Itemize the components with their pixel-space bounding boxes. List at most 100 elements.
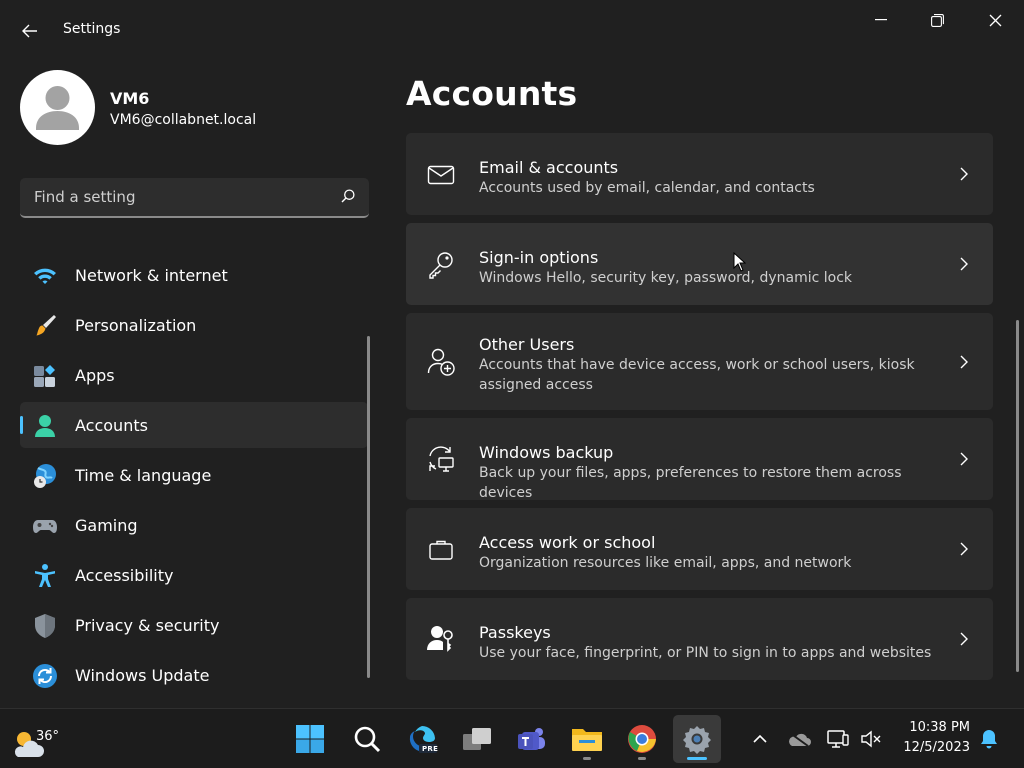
briefcase-icon — [429, 540, 453, 560]
teams-button[interactable] — [508, 715, 556, 763]
globe-clock-icon — [34, 464, 56, 488]
sidebar-item-privacy-security[interactable]: Privacy & security — [20, 602, 368, 648]
person-icon — [35, 415, 55, 437]
taskbar: 36° PRE 10:38 PM 12/5/2023 — [0, 708, 1024, 768]
network-icon — [827, 730, 849, 748]
restore-icon — [930, 13, 944, 27]
weather-widget[interactable]: 36° — [8, 719, 60, 761]
card-subtitle: Use your face, fingerprint, or PIN to si… — [479, 645, 932, 661]
card-sign-in-options[interactable]: Sign-in options Windows Hello, security … — [406, 223, 993, 305]
file-explorer-button[interactable] — [563, 715, 611, 763]
passkey-icon — [427, 626, 453, 652]
chrome-icon — [628, 725, 656, 753]
card-other-users[interactable]: Other Users Accounts that have device ac… — [406, 313, 993, 410]
card-passkeys[interactable]: Passkeys Use your face, fingerprint, or … — [406, 598, 993, 680]
sidebar-item-network[interactable]: Network & internet — [20, 252, 368, 298]
close-icon — [989, 14, 1001, 26]
sidebar-item-personalization[interactable]: Personalization — [20, 302, 368, 348]
file-explorer-icon — [572, 729, 602, 751]
app-title: Settings — [63, 21, 121, 37]
chrome-button[interactable] — [618, 715, 666, 763]
card-title: Other Users — [479, 335, 575, 354]
sidebar-item-label: Time & language — [75, 466, 212, 485]
card-title: Windows backup — [479, 443, 614, 462]
preview-badge: PRE — [422, 745, 439, 753]
back-button[interactable] — [14, 18, 46, 44]
apps-icon — [34, 365, 55, 387]
avatar[interactable] — [20, 70, 95, 145]
person-add-icon — [427, 348, 455, 376]
search-icon[interactable] — [341, 189, 355, 203]
chevron-right-icon — [960, 542, 968, 556]
sidebar-item-label: Accounts — [75, 416, 148, 435]
card-email-accounts[interactable]: Email & accounts Accounts used by email,… — [406, 133, 993, 215]
chevron-right-icon — [960, 452, 968, 466]
chevron-right-icon — [960, 257, 968, 271]
sidebar-item-label: Personalization — [75, 316, 197, 335]
search-icon — [354, 726, 381, 753]
card-subtitle: Back up your files, apps, preferences to… — [479, 465, 902, 501]
user-name: VM6 — [110, 89, 150, 108]
chevron-right-icon — [960, 167, 968, 181]
show-hidden-icons-button[interactable] — [748, 727, 772, 751]
accessibility-icon — [35, 564, 55, 587]
start-button[interactable] — [286, 715, 334, 763]
user-profile[interactable]: VM6 VM6@collabnet.local — [20, 70, 380, 146]
gamepad-icon — [33, 520, 57, 533]
sidebar-item-label: Windows Update — [75, 666, 210, 685]
title-bar: Settings — [0, 0, 1024, 60]
search-input[interactable] — [20, 178, 330, 216]
task-view-button[interactable] — [453, 715, 501, 763]
task-view-icon — [463, 728, 491, 750]
card-windows-backup[interactable]: Windows backup Back up your files, apps,… — [406, 418, 993, 501]
sidebar-nav: Network & internet Personalization Apps … — [20, 252, 368, 702]
card-subtitle: Accounts that have device access, work o… — [479, 357, 915, 393]
sidebar-item-label: Network & internet — [75, 266, 228, 285]
sidebar-item-time-language[interactable]: Time & language — [20, 452, 368, 498]
user-email: VM6@collabnet.local — [110, 112, 257, 128]
chevron-up-icon — [753, 734, 767, 743]
chevron-right-icon — [960, 632, 968, 646]
clock-date[interactable]: 12/5/2023 — [880, 740, 970, 755]
clock-time[interactable]: 10:38 PM — [880, 720, 970, 735]
wifi-icon — [34, 268, 56, 284]
close-button[interactable] — [975, 6, 1015, 34]
sidebar-item-gaming[interactable]: Gaming — [20, 502, 368, 548]
avatar-person-icon — [36, 86, 79, 130]
volume-muted-icon — [861, 730, 881, 748]
notifications-button[interactable] — [977, 727, 1001, 751]
sidebar-item-apps[interactable]: Apps — [20, 352, 368, 398]
page-title: Accounts — [406, 74, 578, 113]
sidebar-scrollbar[interactable] — [367, 336, 370, 678]
weather-temperature: 36° — [36, 729, 60, 744]
sidebar-item-windows-update[interactable]: Windows Update — [20, 652, 368, 698]
start-icon — [296, 725, 324, 753]
onedrive-tray[interactable] — [787, 727, 811, 751]
mouse-cursor-icon — [733, 252, 746, 272]
onedrive-icon — [789, 732, 811, 747]
sidebar-item-accounts[interactable]: Accounts — [20, 402, 368, 448]
restore-button[interactable] — [917, 6, 957, 34]
paintbrush-icon — [36, 315, 56, 336]
mail-icon — [427, 165, 455, 185]
backup-icon — [429, 446, 454, 472]
minimize-icon — [875, 19, 887, 21]
network-tray[interactable] — [826, 727, 850, 751]
card-title: Passkeys — [479, 623, 551, 642]
sidebar-item-label: Accessibility — [75, 566, 174, 585]
running-indicator — [638, 757, 646, 760]
minimize-button[interactable] — [861, 6, 901, 34]
taskbar-search-button[interactable] — [343, 715, 391, 763]
settings-taskbar-button[interactable] — [673, 715, 721, 763]
card-access-work-school[interactable]: Access work or school Organization resou… — [406, 508, 993, 590]
sidebar-item-label: Privacy & security — [75, 616, 220, 635]
edge-preview-button[interactable]: PRE — [398, 715, 446, 763]
running-indicator — [583, 757, 591, 760]
main-scrollbar[interactable] — [1016, 320, 1019, 672]
search-box[interactable] — [20, 178, 369, 218]
selection-indicator — [20, 416, 23, 434]
sidebar-item-accessibility[interactable]: Accessibility — [20, 552, 368, 598]
bell-icon — [981, 730, 997, 749]
shield-icon — [35, 614, 55, 638]
card-title: Access work or school — [479, 533, 656, 552]
